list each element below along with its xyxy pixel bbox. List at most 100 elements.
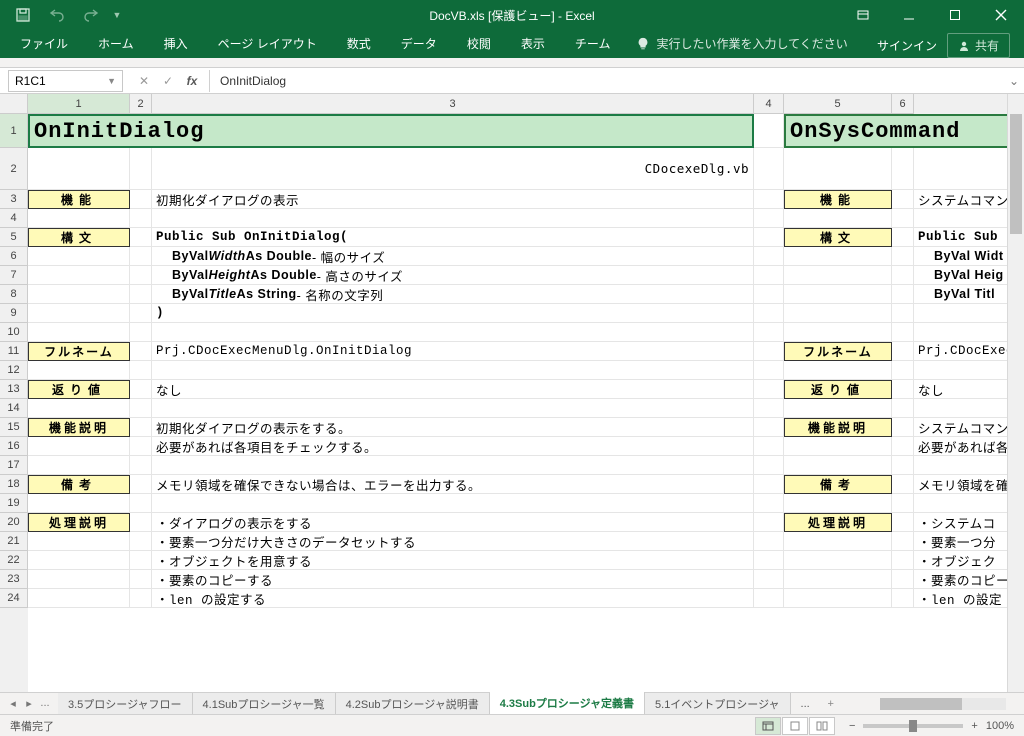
sheet-tab[interactable]: 4.1Subプロシージャ一覧 [193, 693, 336, 715]
cell[interactable]: 初期化ダイアログの表示 [152, 190, 754, 209]
cell[interactable]: ByVal Width As Double - 幅のサイズ [152, 247, 754, 266]
cell-label-syntax-r[interactable]: 構文 [784, 228, 892, 247]
row-header[interactable]: 15 [0, 418, 28, 437]
cell[interactable] [152, 209, 754, 228]
cell[interactable] [892, 361, 914, 380]
tab-insert[interactable]: 挿入 [150, 29, 202, 58]
cell[interactable] [754, 380, 784, 399]
cell[interactable] [892, 228, 914, 247]
sheet-nav-prev-icon[interactable]: ▸ [22, 697, 36, 710]
cell[interactable] [784, 247, 892, 266]
tab-view[interactable]: 表示 [507, 29, 559, 58]
cell[interactable] [892, 456, 914, 475]
cell[interactable]: 必要があれば各項目をチェックする。 [152, 437, 754, 456]
col-header[interactable]: 6 [892, 94, 914, 114]
tab-review[interactable]: 校閲 [453, 29, 505, 58]
row-header[interactable]: 9 [0, 304, 28, 323]
cell[interactable] [892, 551, 914, 570]
cell[interactable]: メモリ領域を確保できない場合は、エラーを出力する。 [152, 475, 754, 494]
cell[interactable] [784, 323, 892, 342]
cell[interactable] [152, 494, 754, 513]
zoom-slider[interactable] [863, 724, 963, 728]
tab-home[interactable]: ホーム [84, 29, 148, 58]
cell[interactable]: ・要素のコピーする [152, 570, 754, 589]
cell[interactable] [754, 361, 784, 380]
zoom-in-icon[interactable]: + [971, 720, 977, 732]
cell-label-func-r[interactable]: 機能 [784, 190, 892, 209]
horizontal-scrollbar[interactable] [862, 696, 1024, 712]
cell-label-syntax[interactable]: 構文 [28, 228, 130, 247]
cell[interactable] [28, 399, 130, 418]
cell[interactable] [892, 266, 914, 285]
row-header[interactable]: 18 [0, 475, 28, 494]
cell[interactable] [754, 190, 784, 209]
qat-customize-icon[interactable]: ▼ [110, 2, 124, 28]
row-header[interactable]: 4 [0, 209, 28, 228]
select-all-corner[interactable] [0, 94, 28, 114]
cell-label-note[interactable]: 備考 [28, 475, 130, 494]
cell[interactable] [754, 342, 784, 361]
sheet-tab-active[interactable]: 4.3Subプロシージャ定義書 [490, 692, 645, 716]
cell-label-fullname-r[interactable]: フルネーム [784, 342, 892, 361]
cell[interactable] [754, 247, 784, 266]
add-sheet-icon[interactable]: + [820, 698, 842, 710]
cell[interactable] [784, 551, 892, 570]
cell[interactable]: ・ダイアログの表示をする [152, 513, 754, 532]
sheet-tab[interactable]: 4.2Subプロシージャ説明書 [336, 693, 490, 715]
cell[interactable] [892, 190, 914, 209]
name-box-dropdown-icon[interactable]: ▼ [107, 76, 116, 86]
cell-label-return[interactable]: 返り値 [28, 380, 130, 399]
close-icon[interactable] [978, 0, 1024, 30]
fx-icon[interactable]: fx [181, 74, 203, 88]
formula-bar-expand-icon[interactable]: ⌄ [1004, 74, 1024, 88]
cell[interactable]: ByVal Height As Double - 高さのサイズ [152, 266, 754, 285]
cell[interactable] [130, 456, 152, 475]
row-header[interactable]: 11 [0, 342, 28, 361]
view-normal-icon[interactable] [755, 717, 781, 735]
cell[interactable] [754, 418, 784, 437]
cell-filename[interactable]: CDocexeDlg.vb [152, 148, 754, 190]
cell[interactable] [784, 437, 892, 456]
col-header[interactable]: 3 [152, 94, 754, 114]
cell[interactable] [892, 148, 914, 190]
cell[interactable] [784, 266, 892, 285]
vertical-scrollbar[interactable] [1007, 94, 1024, 692]
formula-input[interactable]: OnInitDialog [210, 74, 1004, 88]
cell[interactable]: 初期化ダイアログの表示をする。 [152, 418, 754, 437]
cell[interactable] [784, 209, 892, 228]
cell[interactable] [784, 570, 892, 589]
cell[interactable] [754, 228, 784, 247]
maximize-icon[interactable] [932, 0, 978, 30]
cell[interactable] [152, 323, 754, 342]
cell[interactable] [130, 475, 152, 494]
cell[interactable] [152, 361, 754, 380]
cell[interactable] [130, 437, 152, 456]
cell[interactable] [28, 323, 130, 342]
cell-label-desc-r[interactable]: 機能説明 [784, 418, 892, 437]
sheet-nav-dots[interactable]: ... [38, 697, 52, 710]
cell[interactable] [892, 380, 914, 399]
cell[interactable] [152, 399, 754, 418]
cell[interactable]: ・len の設定する [152, 589, 754, 608]
cell[interactable] [28, 361, 130, 380]
cell[interactable] [130, 304, 152, 323]
cell[interactable] [130, 285, 152, 304]
cell[interactable] [130, 209, 152, 228]
cell[interactable] [754, 551, 784, 570]
cell[interactable]: ) [152, 304, 754, 323]
save-icon[interactable] [8, 2, 38, 28]
cell[interactable] [892, 475, 914, 494]
col-header[interactable]: 5 [784, 94, 892, 114]
row-header[interactable]: 10 [0, 323, 28, 342]
cell[interactable] [28, 532, 130, 551]
cell[interactable] [130, 551, 152, 570]
vertical-scrollbar-thumb[interactable] [1010, 114, 1022, 234]
enter-icon[interactable]: ✓ [157, 74, 179, 88]
cell-label-desc[interactable]: 機能説明 [28, 418, 130, 437]
cell[interactable]: なし [152, 380, 754, 399]
cell[interactable] [892, 304, 914, 323]
tab-formulas[interactable]: 数式 [333, 29, 385, 58]
cell[interactable] [754, 456, 784, 475]
cell[interactable] [892, 247, 914, 266]
row-header[interactable]: 1 [0, 114, 28, 148]
